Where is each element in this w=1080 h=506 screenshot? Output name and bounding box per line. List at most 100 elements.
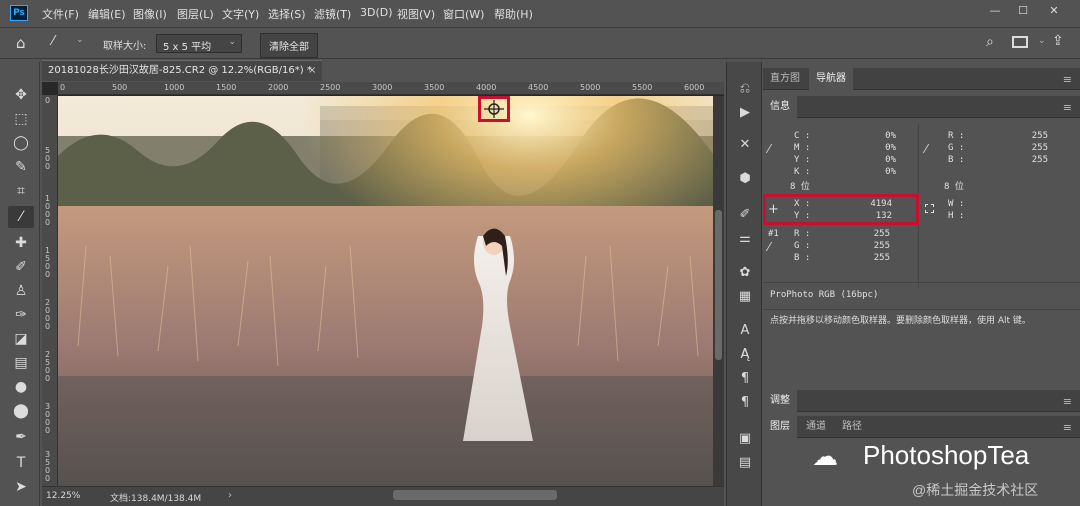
chevron-down-icon[interactable]: ⌄ — [76, 35, 84, 45]
eyedropper-icon[interactable]: ⁄ — [768, 142, 770, 156]
color-sampler-tool-icon[interactable]: ⁄ — [8, 206, 34, 228]
eyedropper-icon[interactable]: ⁄ — [925, 142, 927, 156]
menu-file[interactable]: 文件(F) — [42, 6, 79, 22]
eyedropper-icon[interactable]: ⁄ — [768, 240, 770, 254]
crop-tool-icon[interactable]: ⌗ — [8, 180, 34, 202]
cmyk-bit-depth: 8 位 — [790, 182, 810, 192]
type-tool-icon[interactable]: T — [8, 452, 34, 474]
grid-icon[interactable]: ▦ — [735, 288, 755, 306]
tools-icon[interactable]: ✕ — [735, 136, 755, 154]
eraser-tool-icon[interactable]: ◪ — [8, 328, 34, 350]
photoshop-logo: Ps — [10, 5, 28, 21]
gradient-tool-icon[interactable]: ▤ — [8, 352, 34, 374]
cmyk-k-label: K : — [794, 167, 811, 177]
minimize-button[interactable]: — — [985, 4, 1005, 18]
workspace-icon[interactable] — [1012, 36, 1028, 48]
info-divider — [763, 282, 1080, 283]
move-tool-icon[interactable]: ✥ — [8, 84, 34, 106]
quick-selection-tool-icon[interactable]: ✎ — [8, 156, 34, 178]
panel-menu-icon[interactable]: ≡ — [1063, 395, 1072, 408]
menu-view[interactable]: 视图(V) — [397, 6, 435, 22]
notes-icon[interactable]: ▤ — [735, 454, 755, 472]
character-styles-icon[interactable]: Ą — [735, 346, 755, 364]
layer-comps-icon[interactable]: ▣ — [735, 430, 755, 448]
tab-adjustments[interactable]: 调整 — [763, 390, 797, 412]
panel-menu-icon[interactable]: ≡ — [1063, 73, 1072, 86]
properties-icon[interactable]: ⚌ — [735, 230, 755, 248]
maximize-button[interactable]: ☐ — [1013, 4, 1033, 18]
3d-icon[interactable]: ⬢ — [735, 170, 755, 188]
ruler-tick: 2500 — [320, 83, 341, 92]
search-icon[interactable]: ⌕ — [986, 34, 994, 50]
sampler-r-label: R : — [794, 229, 811, 239]
sample-size-select[interactable]: 5 x 5 平均 ⌄ — [156, 34, 242, 53]
rgb-g-label: G : — [948, 143, 965, 153]
brush-tool-icon[interactable]: ✐ — [8, 256, 34, 278]
layers-tabs: 图层 通道 路径 ≡ — [763, 416, 1080, 438]
swatches-icon[interactable]: ✿ — [735, 264, 755, 282]
tab-navigator[interactable]: 导航器 — [809, 68, 853, 90]
chevron-right-icon[interactable]: › — [228, 490, 232, 501]
blur-tool-icon[interactable]: ● — [8, 376, 34, 398]
options-bar: ⌂ ⁄ ⌄ 取样大小: 5 x 5 平均 ⌄ 清除全部 ⌕ ⌄ ⇪ — [0, 27, 1080, 59]
pen-tool-icon[interactable]: ✒ — [8, 426, 34, 448]
sample-size-value: 5 x 5 平均 — [163, 42, 212, 53]
lasso-tool-icon[interactable]: ◯ — [8, 132, 34, 154]
brush-settings-icon[interactable]: ✐ — [735, 206, 755, 224]
histogram-navigator-tabs: 直方图 导航器 ≡ — [763, 68, 1080, 90]
ruler-tick: 3000 — [372, 83, 393, 92]
close-window-button[interactable]: ✕ — [1044, 4, 1064, 18]
panel-menu-icon[interactable]: ≡ — [1063, 101, 1072, 114]
history-brush-tool-icon[interactable]: ✑ — [8, 304, 34, 326]
chevron-down-icon[interactable]: ⌄ — [1038, 36, 1046, 46]
character-icon[interactable]: A — [735, 322, 755, 340]
paragraph-styles-icon[interactable]: ¶ — [735, 394, 755, 412]
marquee-tool-icon[interactable]: ⬚ — [8, 108, 34, 130]
share-icon[interactable]: ⇪ — [1052, 33, 1064, 49]
path-selection-tool-icon[interactable]: ➤ — [8, 476, 34, 498]
eyedropper-tool-preset-icon[interactable]: ⁄ — [52, 34, 54, 49]
info-divider — [763, 309, 1080, 310]
menu-3d[interactable]: 3D(D) — [360, 6, 393, 19]
menu-layer[interactable]: 图层(L) — [177, 6, 214, 22]
ruler-tick: 6000 — [684, 83, 705, 92]
tab-paths[interactable]: 路径 — [835, 416, 869, 438]
menu-window[interactable]: 窗口(W) — [443, 6, 484, 22]
ruler-tick: 500 — [112, 83, 128, 92]
horizontal-scroll-thumb[interactable] — [393, 490, 557, 500]
rgb-r-label: R : — [948, 131, 965, 141]
document-image[interactable] — [58, 96, 713, 486]
tab-info[interactable]: 信息 — [763, 96, 797, 118]
menu-type[interactable]: 文字(Y) — [222, 6, 259, 22]
actions-play-icon[interactable]: ▶ — [735, 104, 755, 122]
history-icon[interactable]: ⎌ — [735, 80, 755, 98]
close-tab-icon[interactable]: × — [308, 61, 316, 81]
panel-menu-icon[interactable]: ≡ — [1063, 421, 1072, 434]
menu-image[interactable]: 图像(I) — [133, 6, 167, 22]
menu-help[interactable]: 帮助(H) — [494, 6, 533, 22]
xy-highlight-box — [763, 194, 919, 225]
healing-brush-tool-icon[interactable]: ✚ — [8, 232, 34, 254]
cmyk-k-value: 0% — [885, 167, 896, 177]
tab-channels[interactable]: 通道 — [799, 416, 833, 438]
ruler-tick: 5 0 0 — [45, 146, 51, 171]
menu-edit[interactable]: 编辑(E) — [88, 6, 126, 22]
color-sampler-target-icon[interactable] — [481, 99, 507, 119]
document-tab[interactable]: 20181028长沙田汉故居-825.CR2 @ 12.2%(RGB/16*) … — [42, 60, 322, 81]
vertical-scroll-thumb[interactable] — [715, 210, 722, 360]
menu-select[interactable]: 选择(S) — [268, 6, 306, 22]
color-profile: ProPhoto RGB (16bpc) — [770, 290, 879, 300]
sampler-id: #1 — [768, 229, 779, 239]
ruler-tick: 0 — [60, 83, 66, 92]
clear-all-button[interactable]: 清除全部 — [260, 33, 318, 58]
tab-layers[interactable]: 图层 — [763, 416, 797, 438]
tab-histogram[interactable]: 直方图 — [763, 68, 807, 90]
menu-filter[interactable]: 滤镜(T) — [314, 6, 351, 22]
clone-stamp-tool-icon[interactable]: ♙ — [8, 280, 34, 302]
chevron-down-icon: ⌄ — [228, 37, 236, 47]
home-icon[interactable]: ⌂ — [16, 34, 26, 52]
paragraph-icon[interactable]: ¶ — [735, 370, 755, 388]
cmyk-y-label: Y : — [794, 155, 811, 165]
zoom-level[interactable]: 12.25% — [46, 491, 80, 501]
dodge-tool-icon[interactable]: ⬤ — [8, 400, 34, 422]
